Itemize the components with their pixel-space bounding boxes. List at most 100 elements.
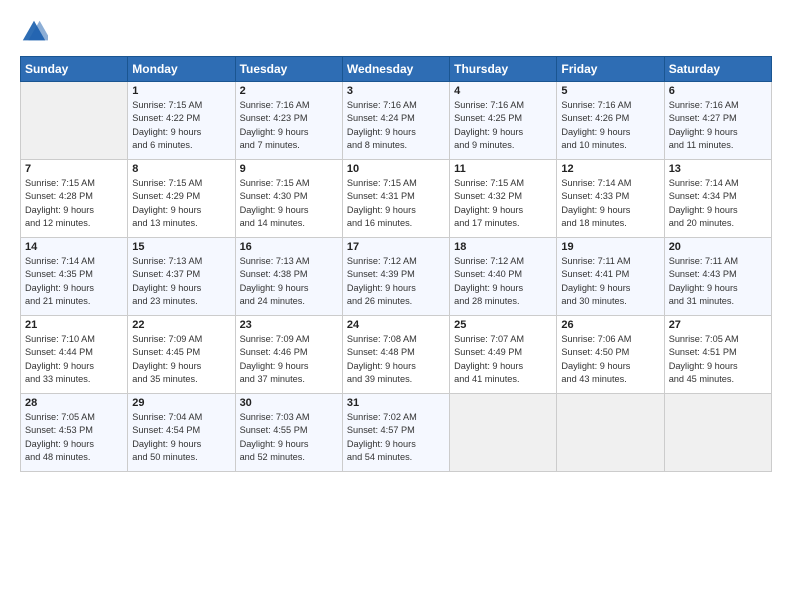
calendar-cell: 19 Sunrise: 7:11 AMSunset: 4:41 PMDayligh…	[557, 238, 664, 316]
day-number: 21	[25, 319, 123, 331]
calendar-cell: 11 Sunrise: 7:15 AMSunset: 4:32 PMDayligh…	[450, 160, 557, 238]
day-number: 7	[25, 163, 123, 175]
day-number: 3	[347, 85, 445, 97]
day-number: 2	[240, 85, 338, 97]
day-info: Sunrise: 7:11 AMSunset: 4:43 PMDaylight:…	[669, 255, 767, 308]
day-number: 25	[454, 319, 552, 331]
page: SundayMondayTuesdayWednesdayThursdayFrid…	[0, 0, 792, 612]
calendar-cell: 14 Sunrise: 7:14 AMSunset: 4:35 PMDayligh…	[21, 238, 128, 316]
day-number: 1	[132, 85, 230, 97]
week-row-3: 14 Sunrise: 7:14 AMSunset: 4:35 PMDayligh…	[21, 238, 772, 316]
calendar-cell: 24 Sunrise: 7:08 AMSunset: 4:48 PMDayligh…	[342, 316, 449, 394]
calendar-cell	[21, 82, 128, 160]
day-info: Sunrise: 7:06 AMSunset: 4:50 PMDaylight:…	[561, 333, 659, 386]
day-info: Sunrise: 7:14 AMSunset: 4:34 PMDaylight:…	[669, 177, 767, 230]
logo	[20, 18, 52, 46]
calendar-cell: 22 Sunrise: 7:09 AMSunset: 4:45 PMDayligh…	[128, 316, 235, 394]
col-header-sunday: Sunday	[21, 57, 128, 82]
day-info: Sunrise: 7:16 AMSunset: 4:25 PMDaylight:…	[454, 99, 552, 152]
calendar-cell: 28 Sunrise: 7:05 AMSunset: 4:53 PMDayligh…	[21, 394, 128, 472]
header-row: SundayMondayTuesdayWednesdayThursdayFrid…	[21, 57, 772, 82]
day-number: 17	[347, 241, 445, 253]
day-number: 28	[25, 397, 123, 409]
day-info: Sunrise: 7:13 AMSunset: 4:37 PMDaylight:…	[132, 255, 230, 308]
day-info: Sunrise: 7:08 AMSunset: 4:48 PMDaylight:…	[347, 333, 445, 386]
day-info: Sunrise: 7:02 AMSunset: 4:57 PMDaylight:…	[347, 411, 445, 464]
day-number: 19	[561, 241, 659, 253]
calendar-cell: 30 Sunrise: 7:03 AMSunset: 4:55 PMDayligh…	[235, 394, 342, 472]
day-number: 24	[347, 319, 445, 331]
col-header-monday: Monday	[128, 57, 235, 82]
col-header-saturday: Saturday	[664, 57, 771, 82]
day-number: 12	[561, 163, 659, 175]
day-info: Sunrise: 7:15 AMSunset: 4:29 PMDaylight:…	[132, 177, 230, 230]
calendar-cell: 9Sunrise: 7:15 AMSunset: 4:30 PMDaylight…	[235, 160, 342, 238]
day-info: Sunrise: 7:15 AMSunset: 4:31 PMDaylight:…	[347, 177, 445, 230]
day-number: 23	[240, 319, 338, 331]
day-number: 20	[669, 241, 767, 253]
week-row-4: 21Sunrise: 7:10 AMSunset: 4:44 PMDayligh…	[21, 316, 772, 394]
day-info: Sunrise: 7:15 AMSunset: 4:32 PMDaylight:…	[454, 177, 552, 230]
day-info: Sunrise: 7:09 AMSunset: 4:46 PMDaylight:…	[240, 333, 338, 386]
calendar-cell: 5Sunrise: 7:16 AMSunset: 4:26 PMDaylight…	[557, 82, 664, 160]
calendar-cell: 2 Sunrise: 7:16 AMSunset: 4:23 PMDaylight…	[235, 82, 342, 160]
day-number: 29	[132, 397, 230, 409]
calendar-cell: 31 Sunrise: 7:02 AMSunset: 4:57 PMDayligh…	[342, 394, 449, 472]
day-info: Sunrise: 7:05 AMSunset: 4:51 PMDaylight:…	[669, 333, 767, 386]
day-number: 26	[561, 319, 659, 331]
calendar-cell: 13 Sunrise: 7:14 AMSunset: 4:34 PMDayligh…	[664, 160, 771, 238]
day-number: 11	[454, 163, 552, 175]
day-info: Sunrise: 7:12 AMSunset: 4:40 PMDaylight:…	[454, 255, 552, 308]
calendar-cell: 1 Sunrise: 7:15 AMSunset: 4:22 PMDaylight…	[128, 82, 235, 160]
day-info: Sunrise: 7:14 AMSunset: 4:35 PMDaylight:…	[25, 255, 123, 308]
day-info: Sunrise: 7:05 AMSunset: 4:53 PMDaylight:…	[25, 411, 123, 464]
day-number: 10	[347, 163, 445, 175]
calendar-cell: 21Sunrise: 7:10 AMSunset: 4:44 PMDayligh…	[21, 316, 128, 394]
calendar-cell: 7 Sunrise: 7:15 AMSunset: 4:28 PMDaylight…	[21, 160, 128, 238]
day-info: Sunrise: 7:03 AMSunset: 4:55 PMDaylight:…	[240, 411, 338, 464]
day-number: 9	[240, 163, 338, 175]
day-number: 27	[669, 319, 767, 331]
calendar-cell: 8 Sunrise: 7:15 AMSunset: 4:29 PMDaylight…	[128, 160, 235, 238]
header	[20, 18, 772, 46]
col-header-tuesday: Tuesday	[235, 57, 342, 82]
day-info: Sunrise: 7:09 AMSunset: 4:45 PMDaylight:…	[132, 333, 230, 386]
calendar-cell: 4Sunrise: 7:16 AMSunset: 4:25 PMDaylight…	[450, 82, 557, 160]
calendar-cell: 18 Sunrise: 7:12 AMSunset: 4:40 PMDayligh…	[450, 238, 557, 316]
day-info: Sunrise: 7:16 AMSunset: 4:26 PMDaylight:…	[561, 99, 659, 152]
calendar-cell: 27 Sunrise: 7:05 AMSunset: 4:51 PMDayligh…	[664, 316, 771, 394]
calendar-cell	[450, 394, 557, 472]
day-number: 15	[132, 241, 230, 253]
week-row-1: 1 Sunrise: 7:15 AMSunset: 4:22 PMDaylight…	[21, 82, 772, 160]
day-number: 6	[669, 85, 767, 97]
col-header-thursday: Thursday	[450, 57, 557, 82]
calendar-cell: 23 Sunrise: 7:09 AMSunset: 4:46 PMDayligh…	[235, 316, 342, 394]
day-number: 8	[132, 163, 230, 175]
week-row-2: 7 Sunrise: 7:15 AMSunset: 4:28 PMDaylight…	[21, 160, 772, 238]
calendar-cell: 26 Sunrise: 7:06 AMSunset: 4:50 PMDayligh…	[557, 316, 664, 394]
day-info: Sunrise: 7:12 AMSunset: 4:39 PMDaylight:…	[347, 255, 445, 308]
day-info: Sunrise: 7:16 AMSunset: 4:23 PMDaylight:…	[240, 99, 338, 152]
day-info: Sunrise: 7:15 AMSunset: 4:28 PMDaylight:…	[25, 177, 123, 230]
day-number: 16	[240, 241, 338, 253]
day-info: Sunrise: 7:11 AMSunset: 4:41 PMDaylight:…	[561, 255, 659, 308]
day-number: 31	[347, 397, 445, 409]
col-header-wednesday: Wednesday	[342, 57, 449, 82]
day-number: 18	[454, 241, 552, 253]
calendar-cell: 20 Sunrise: 7:11 AMSunset: 4:43 PMDayligh…	[664, 238, 771, 316]
calendar-cell: 29 Sunrise: 7:04 AMSunset: 4:54 PMDayligh…	[128, 394, 235, 472]
week-row-5: 28 Sunrise: 7:05 AMSunset: 4:53 PMDayligh…	[21, 394, 772, 472]
calendar-cell: 12Sunrise: 7:14 AMSunset: 4:33 PMDayligh…	[557, 160, 664, 238]
calendar-cell: 25Sunrise: 7:07 AMSunset: 4:49 PMDayligh…	[450, 316, 557, 394]
calendar-cell	[557, 394, 664, 472]
day-info: Sunrise: 7:15 AMSunset: 4:22 PMDaylight:…	[132, 99, 230, 152]
day-number: 13	[669, 163, 767, 175]
day-number: 30	[240, 397, 338, 409]
day-info: Sunrise: 7:04 AMSunset: 4:54 PMDaylight:…	[132, 411, 230, 464]
day-number: 22	[132, 319, 230, 331]
day-number: 14	[25, 241, 123, 253]
calendar-cell	[664, 394, 771, 472]
calendar-table: SundayMondayTuesdayWednesdayThursdayFrid…	[20, 56, 772, 472]
calendar-cell: 17 Sunrise: 7:12 AMSunset: 4:39 PMDayligh…	[342, 238, 449, 316]
calendar-cell: 3Sunrise: 7:16 AMSunset: 4:24 PMDaylight…	[342, 82, 449, 160]
